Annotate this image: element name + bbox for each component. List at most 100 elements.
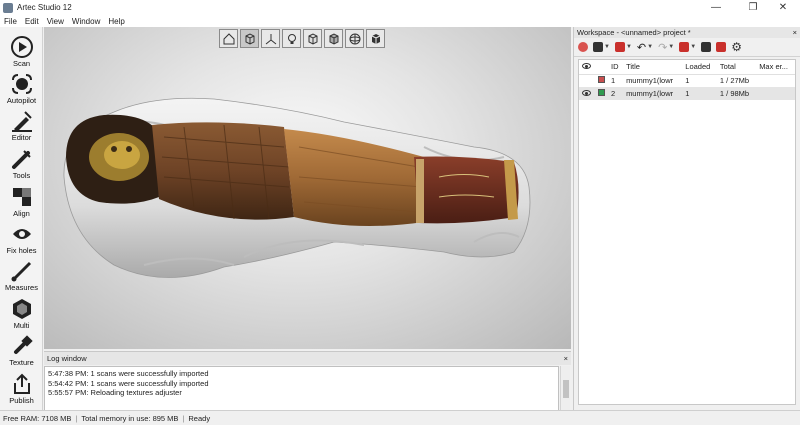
editor-button[interactable]: Editor — [0, 107, 43, 144]
column-total[interactable]: Total — [716, 60, 757, 75]
ready-status: Ready — [188, 413, 211, 423]
title-bar: Artec Studio 12 — ❐ ✕ — [0, 0, 800, 15]
workspace-header: Workspace - <unnamed> project * × — [574, 27, 800, 38]
copy-button[interactable] — [701, 40, 712, 54]
table-row[interactable]: 1 mummy1(lowr 1 1 / 27Mb — [579, 74, 795, 87]
menu-view[interactable]: View — [47, 17, 64, 26]
undo-button[interactable]: ↶ ▼ — [637, 40, 653, 54]
copy-icon — [701, 42, 712, 52]
log-line: 5:47:38 PM: 1 scans were successfully im… — [48, 369, 209, 378]
3d-viewport[interactable] — [44, 27, 571, 349]
scan-title: mummy1(lowr — [626, 76, 674, 86]
menu-window[interactable]: Window — [72, 17, 100, 26]
scan-label: Scan — [12, 59, 31, 68]
maximize-icon[interactable]: ❐ — [736, 0, 770, 15]
log-scrollbar-thumb[interactable] — [563, 380, 569, 398]
scan-max-error — [756, 87, 795, 100]
measures-label: Measures — [5, 283, 38, 292]
editor-label: Editor — [11, 133, 32, 142]
tools-icon — [11, 150, 31, 169]
multi-icon — [12, 299, 31, 319]
fix-holes-button[interactable]: Fix holes — [0, 220, 43, 257]
minimize-icon[interactable]: — — [699, 0, 733, 15]
log-close-icon[interactable]: × — [564, 354, 568, 363]
tools-button[interactable]: Tools — [0, 145, 43, 182]
fix-holes-label: Fix holes — [6, 246, 37, 255]
scan-total: 1 / 27Mb — [719, 76, 750, 86]
scan-loaded: 1 — [682, 87, 717, 100]
color-column — [595, 60, 608, 75]
scan-max-error — [756, 74, 795, 87]
scan-total: 1 / 98Mb — [716, 87, 757, 100]
column-title[interactable]: Title — [623, 60, 683, 75]
visibility-toggle[interactable] — [579, 87, 595, 100]
select-icon — [679, 42, 690, 52]
redo-button[interactable]: ↷ ▼ — [658, 40, 674, 54]
scan-color — [595, 87, 608, 100]
save-button[interactable]: ▼ — [614, 40, 632, 54]
eye-icon — [582, 63, 591, 70]
undo-icon: ↶ — [636, 41, 647, 54]
visibility-toggle[interactable] — [579, 74, 595, 87]
workspace-close-icon[interactable]: × — [793, 28, 797, 37]
scan-id: 1 — [611, 76, 616, 86]
log-line: 5:55:57 PM: Reloading textures adjuster — [48, 388, 182, 397]
eye-icon[interactable] — [582, 90, 591, 96]
left-toolbar: Scan Autopilot Editor Tools Align Fix ho… — [0, 27, 43, 410]
publish-icon — [13, 373, 30, 394]
log-title: Log window — [47, 354, 87, 363]
new-scan-button[interactable] — [578, 40, 588, 54]
workspace-title: Workspace - <unnamed> project * — [577, 28, 691, 37]
color-swatch — [598, 76, 605, 84]
folder-icon — [593, 42, 603, 52]
align-label: Align — [13, 209, 30, 218]
scan-title: mummy1(lowr — [623, 87, 683, 100]
log-line: 5:54:42 PM: 1 scans were successfully im… — [48, 378, 209, 388]
tools-label: Tools — [12, 171, 31, 180]
texture-button[interactable]: Texture — [0, 332, 43, 369]
autopilot-button[interactable]: Autopilot — [0, 70, 43, 107]
measures-button[interactable]: Measures — [0, 257, 43, 294]
multi-label: Multi — [13, 321, 30, 330]
menu-help[interactable]: Help — [108, 17, 124, 26]
chevron-down-icon: ▼ — [690, 44, 697, 50]
scan-button[interactable]: Scan — [0, 33, 43, 70]
column-loaded[interactable]: Loaded — [682, 60, 717, 75]
chevron-down-icon: ▼ — [625, 44, 632, 50]
workspace-panel: Workspace - <unnamed> project * × ▼ ▼ ↶ ▼… — [573, 27, 800, 410]
color-swatch — [598, 89, 605, 96]
app-icon — [3, 2, 13, 13]
chevron-down-icon: ▼ — [647, 44, 654, 50]
gear-icon: ⚙ — [731, 40, 742, 54]
menu-file[interactable]: File — [4, 17, 17, 26]
log-header: Log window × — [44, 352, 571, 365]
log-scrollbar[interactable] — [560, 366, 570, 411]
publish-button[interactable]: Publish — [0, 370, 43, 407]
status-separator: | — [182, 413, 185, 423]
menu-edit[interactable]: Edit — [25, 17, 39, 26]
column-id[interactable]: ID — [608, 60, 624, 75]
column-max-error[interactable]: Max er... — [756, 60, 795, 75]
log-body[interactable]: 5:47:38 PM: 1 scans were successfully im… — [44, 366, 559, 411]
scan-icon — [10, 36, 33, 58]
memory-status: Total memory in use: 895 MB — [81, 413, 179, 423]
chevron-down-icon: ▼ — [604, 44, 610, 50]
align-button[interactable]: Align — [0, 183, 43, 220]
settings-button[interactable]: ⚙ — [731, 40, 742, 54]
delete-button[interactable] — [716, 40, 727, 54]
multi-button[interactable]: Multi — [0, 295, 43, 332]
mummy-3d-model — [63, 97, 531, 278]
autopilot-icon — [11, 74, 32, 94]
scan-id: 2 — [608, 87, 624, 100]
close-window-icon[interactable]: ✕ — [766, 0, 800, 15]
status-bar: Free RAM: 7108 MB | Total memory in use:… — [0, 410, 800, 425]
visibility-column[interactable] — [579, 60, 595, 75]
select-button[interactable]: ▼ — [679, 40, 696, 54]
record-icon — [578, 42, 588, 52]
measures-icon — [11, 261, 31, 282]
scan-color — [595, 74, 608, 87]
fix-holes-icon — [12, 229, 31, 239]
table-row[interactable]: 2 mummy1(lowr 1 1 / 98Mb — [579, 87, 795, 100]
editor-icon — [11, 111, 32, 132]
open-folder-button[interactable]: ▼ — [593, 40, 610, 54]
